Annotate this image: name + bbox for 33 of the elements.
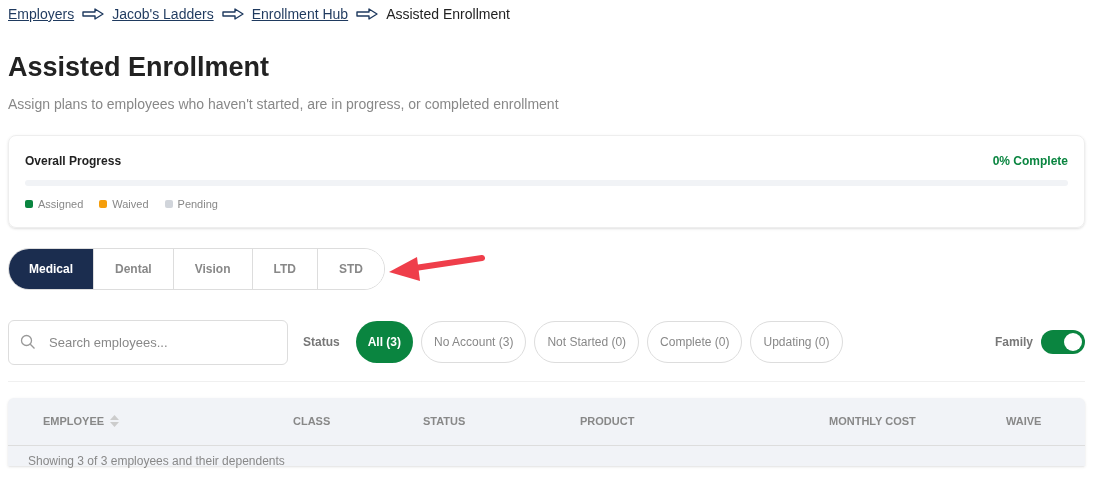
breadcrumb-current: Assisted Enrollment: [386, 4, 510, 24]
page-subtitle: Assign plans to employees who haven't started, are in progress, or completed enrollment: [8, 95, 560, 114]
column-header[interactable]: EMPLOYEE: [43, 412, 120, 430]
table-summary: Showing 3 of 3 employees and their dependents: [28, 453, 285, 468]
column-header: WAIVE: [1006, 413, 1042, 429]
product-tab[interactable]: Medical: [9, 248, 93, 289]
breadcrumb-link[interactable]: Jacob's Ladders: [112, 3, 214, 25]
legend-label: Assigned: [38, 197, 84, 212]
product-tab[interactable]: STD: [316, 248, 384, 289]
progress-reading: 0% Complete: [992, 153, 1068, 170]
status-label: Status: [303, 334, 340, 351]
status-filter[interactable]: All (3): [355, 321, 414, 363]
progress-title: Overall Progress: [25, 153, 122, 170]
family-label: Family: [995, 334, 1033, 351]
column-header: MONTHLY COST: [829, 413, 916, 429]
status-filter[interactable]: No Account (3): [421, 321, 527, 363]
breadcrumb-link[interactable]: Employers: [8, 3, 75, 25]
family-toggle[interactable]: [1041, 330, 1085, 354]
search-field[interactable]: Search employees...: [8, 319, 288, 365]
arrow-icon: [356, 8, 379, 20]
status-filter[interactable]: Not Started (0): [534, 321, 640, 363]
status-filter[interactable]: Updating (0): [750, 321, 843, 363]
arrow-icon: [221, 8, 244, 20]
arrow-icon: [82, 8, 105, 20]
page-title: Assisted Enrollment: [8, 51, 271, 84]
status-filter[interactable]: Complete (0): [647, 321, 743, 363]
column-header: PRODUCT: [580, 413, 635, 429]
breadcrumb-link[interactable]: Enrollment Hub: [251, 3, 349, 25]
column-header: STATUS: [423, 413, 466, 429]
legend-label: Pending: [177, 197, 218, 212]
column-header: CLASS: [293, 413, 331, 429]
search-icon: [20, 333, 36, 350]
legend-label: Waived: [112, 197, 149, 212]
